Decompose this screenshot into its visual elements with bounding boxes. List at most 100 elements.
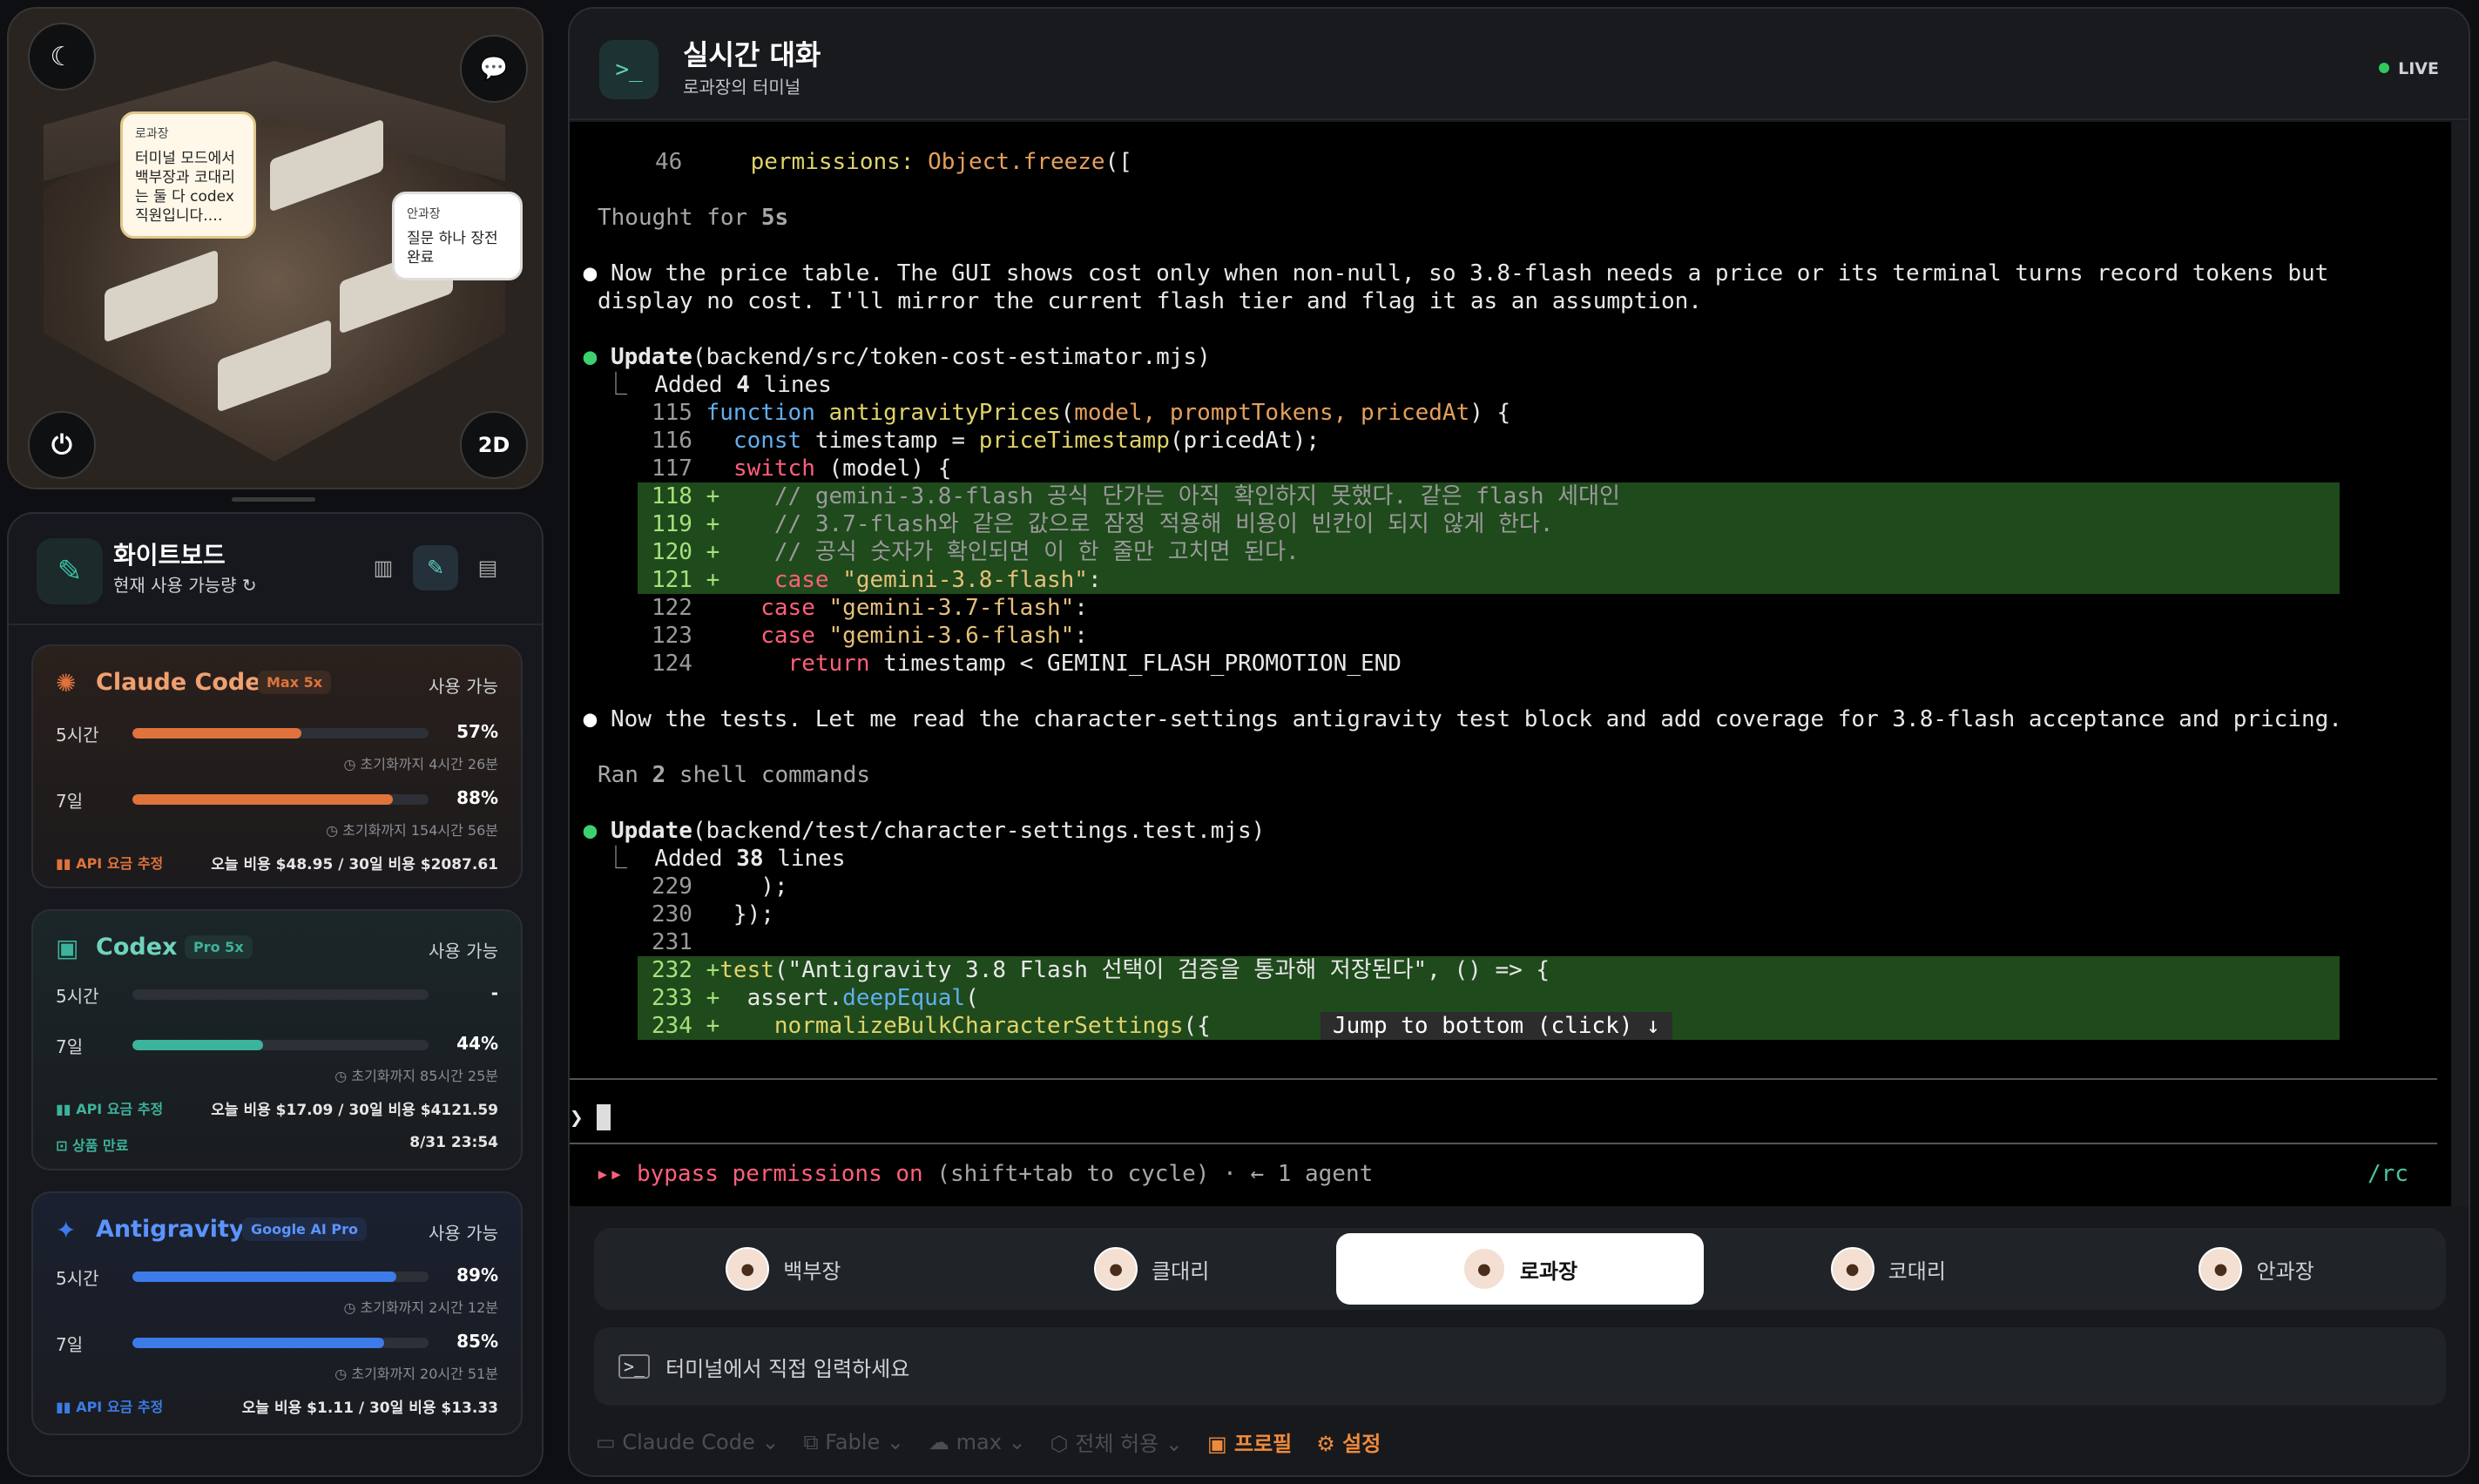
diff-line: 232 +test("Antigravity 3.8 Flash 선택이 검증을…: [652, 957, 1550, 983]
office-scene[interactable]: ☾ 💬 ⏻ 2D 로과장 터미널 모드에서 백부장과 코대리는 둘 다 code…: [7, 7, 544, 489]
cost-summary: 오늘 비용 $17.09 / 30일 비용 $4121.59: [211, 1102, 498, 1119]
live-indicator: LIVE: [2379, 59, 2439, 78]
api-estimate-label: ▮▮ API 요금 추정: [56, 855, 164, 872]
added-lines: ⎿ Added 4 lines: [605, 372, 832, 398]
notebook-icon[interactable]: ▤: [465, 545, 510, 590]
card-name: Antigravity: [96, 1216, 245, 1243]
code-line: 117 switch (model) {: [652, 455, 952, 482]
code-line: 116 const timestamp = priceTimestamp(pri…: [652, 428, 1321, 454]
profile-button[interactable]: ▣ 프로필: [1207, 1427, 1292, 1457]
availability-label: 사용 가능: [429, 676, 498, 697]
avatar: ●: [1462, 1247, 1506, 1291]
agent-tab-keuldaeri[interactable]: ● 클대리: [968, 1233, 1336, 1305]
availability-label: 사용 가능: [429, 941, 498, 961]
plan-badge: Max 5x: [258, 671, 332, 694]
bubble-speaker: 로과장: [135, 127, 169, 141]
reset-timer: ◷ 초기화까지 154시간 56분: [326, 822, 498, 839]
plan-badge: Pro 5x: [185, 935, 253, 959]
jump-to-bottom-button[interactable]: Jump to bottom (click) ↓: [1321, 1012, 1672, 1040]
usage-card-antigravity: ✦ Antigravity Google AI Pro 사용 가능 5시간 89…: [31, 1191, 523, 1435]
agent-tab-kodaeri[interactable]: ● 코대리: [1704, 1233, 2072, 1305]
refresh-icon[interactable]: ↻: [242, 575, 257, 596]
window-label: 5시간: [56, 986, 99, 1007]
usage-percent: -: [490, 982, 498, 1003]
reset-timer: ◷ 초기화까지 85시간 25분: [334, 1068, 498, 1084]
speech-bubble-angwajang: 안과장 질문 하나 장전 완료: [392, 192, 523, 280]
whiteboard-subtitle: 현재 사용 가능량 ↻: [113, 575, 257, 596]
agent-tab-baekbujang[interactable]: ● 백부장: [599, 1233, 968, 1305]
fable-select[interactable]: ⧉ Fable ⌄: [803, 1430, 904, 1454]
model-select[interactable]: ▭ Claude Code ⌄: [596, 1430, 779, 1454]
assistant-message: display no cost. I'll mirror the current…: [598, 288, 1702, 314]
window-label: 7일: [56, 1036, 84, 1057]
usage-percent: 57%: [456, 721, 498, 742]
code-line: 230 });: [652, 901, 774, 928]
window-label: 5시간: [56, 1268, 99, 1289]
whiteboard-tabs: ▥ ✎ ▤: [361, 545, 510, 590]
shell-summary: Ran 2 shell commands: [598, 762, 871, 788]
diff-line: 121 + case "gemini-3.8-flash":: [652, 567, 1102, 593]
api-estimate-label: ▮▮ API 요금 추정: [56, 1101, 164, 1117]
chat-bubbles-icon[interactable]: 💬: [460, 35, 528, 103]
bar-chart-icon[interactable]: ▥: [361, 545, 406, 590]
terminal-input[interactable]: >_ 터미널에서 직접 입력하세요: [594, 1327, 2446, 1406]
usage-percent: 85%: [456, 1331, 498, 1352]
availability-label: 사용 가능: [429, 1223, 498, 1244]
speech-bubble-rogwajang: 로과장 터미널 모드에서 백부장과 코대리는 둘 다 codex 직원입니다.…: [120, 111, 256, 239]
terminal-icon: ▣: [56, 934, 79, 962]
resize-handle[interactable]: [232, 497, 315, 502]
effort-select[interactable]: ☁ max ⌄: [929, 1430, 1026, 1454]
view-2d-button[interactable]: 2D: [460, 411, 528, 479]
permission-status[interactable]: ▸▸ bypass permissions on (shift+tab to c…: [596, 1160, 1373, 1188]
input-toolbar: ▭ Claude Code ⌄ ⧉ Fable ⌄ ☁ max ⌄ ⬡ 전체 허…: [596, 1427, 1381, 1457]
whiteboard-tab-icon[interactable]: ✎: [413, 545, 458, 590]
avatar: ●: [1830, 1247, 1874, 1291]
sparkle-icon: ✺: [56, 669, 77, 698]
reset-timer: ◷ 초기화까지 4시간 26분: [343, 756, 498, 772]
tool-update-line: ● Update(backend/src/token-cost-estimato…: [570, 344, 1211, 370]
code-line: 229 );: [652, 874, 788, 900]
expiry-date: 8/31 23:54: [409, 1134, 498, 1151]
terminal-scrollbar[interactable]: [2451, 122, 2469, 1206]
prompt-line[interactable]: ❯: [570, 1104, 611, 1132]
agent-tab-angwajang[interactable]: ● 안과장: [2072, 1233, 2441, 1305]
settings-button[interactable]: ⚙ 설정: [1316, 1427, 1381, 1457]
rc-command[interactable]: /rc: [2368, 1160, 2408, 1188]
terminal-icon: >_: [599, 40, 659, 99]
whiteboard-panel: ✎ 화이트보드 현재 사용 가능량 ↻ ▥ ✎ ▤ ✺ Claude Code …: [7, 512, 544, 1477]
bubble-text: 질문 하나 장전 완료: [407, 230, 498, 266]
diff-line: 234 + normalizeBulkCharacterSettings({: [652, 1013, 1211, 1039]
wand-icon: ✦: [56, 1216, 77, 1245]
diff-line: 119 + // 3.7-flash와 같은 값으로 잠정 적용해 비용이 빈칸…: [652, 511, 1554, 537]
tool-update-line: ● Update(backend/test/character-settings…: [570, 818, 1266, 844]
code-line: 115 function antigravityPrices(model, pr…: [652, 400, 1511, 426]
input-placeholder: 터미널에서 직접 입력하세요: [665, 1356, 910, 1381]
terminal-output[interactable]: 46 permissions: Object.freeze([ Thought …: [570, 122, 2451, 1206]
plan-badge: Google AI Pro: [242, 1218, 367, 1241]
cost-summary: 오늘 비용 $1.11 / 30일 비용 $13.33: [241, 1400, 498, 1417]
power-icon[interactable]: ⏻: [28, 411, 96, 479]
assistant-message: ● Now the tests. Let me read the charact…: [570, 706, 2342, 732]
diff-line: 118 + // gemini-3.8-flash 공식 단가는 아직 확인하지…: [652, 483, 1620, 509]
usage-bar: [132, 1338, 429, 1348]
card-name: Codex: [96, 934, 178, 961]
usage-bar: [132, 728, 429, 739]
cost-summary: 오늘 비용 $48.95 / 30일 비용 $2087.61: [211, 856, 498, 874]
usage-bar: [132, 989, 429, 1000]
usage-bar: [132, 1040, 429, 1050]
avatar: ●: [1094, 1247, 1138, 1291]
bubble-speaker: 안과장: [407, 207, 441, 221]
window-label: 7일: [56, 1334, 84, 1355]
usage-card-claude: ✺ Claude Code Max 5x 사용 가능 5시간 57% ◷ 초기화…: [31, 644, 523, 888]
reset-timer: ◷ 초기화까지 20시간 51분: [334, 1366, 498, 1382]
permission-select[interactable]: ⬡ 전체 허용 ⌄: [1050, 1427, 1183, 1457]
app-root: ☾ 💬 ⏻ 2D 로과장 터미널 모드에서 백부장과 코대리는 둘 다 code…: [0, 0, 2479, 1484]
usage-bar: [132, 794, 429, 805]
chat-subtitle: 로과장의 터미널: [683, 77, 801, 98]
night-mode-icon[interactable]: ☾: [28, 23, 96, 91]
code-line: 124 return timestamp < GEMINI_FLASH_PROM…: [652, 651, 1402, 677]
window-label: 7일: [56, 791, 84, 812]
agent-tab-rogwajang[interactable]: ● 로과장: [1335, 1233, 1705, 1305]
diff-line: 120 + // 공식 숫자가 확인되면 이 한 줄만 고치면 된다.: [652, 539, 1300, 565]
avatar: ●: [726, 1247, 770, 1291]
